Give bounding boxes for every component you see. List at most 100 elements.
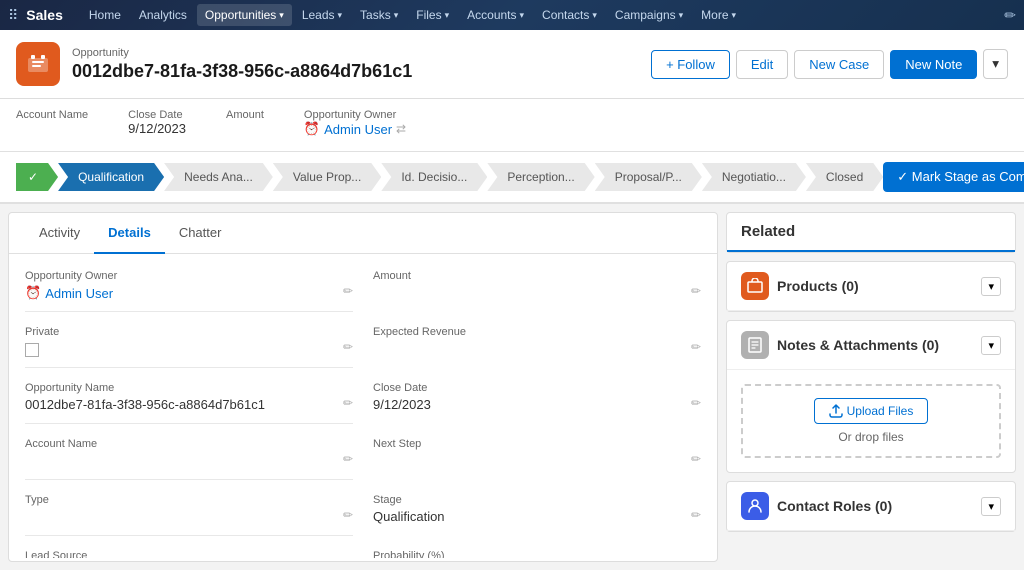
products-dropdown-button[interactable]: ▾ (981, 277, 1001, 296)
chevron-down-icon: ▾ (732, 10, 737, 21)
opportunity-owner-value: ⏰ Admin User ⇄ (304, 121, 406, 137)
record-id: 0012dbe7-81fa-3f38-956c-a8864d7b61c1 (72, 61, 412, 82)
edit-amount-icon[interactable]: ✏ (691, 284, 701, 298)
top-navigation: ⠿ Sales Home Analytics Opportunities▾ Le… (0, 0, 1024, 30)
meta-account-name: Account Name (16, 109, 88, 137)
edit-button[interactable]: Edit (736, 50, 788, 79)
upload-files-button[interactable]: Upload Files (814, 398, 929, 424)
nav-item-files[interactable]: Files▾ (408, 4, 457, 26)
record-actions: + Follow Edit New Case New Note ▾ (651, 49, 1008, 79)
form-row-5: Type ✏ Stage Qualification ✏ (25, 494, 701, 540)
private-checkbox[interactable] (25, 343, 39, 357)
amount-field-value (373, 285, 701, 303)
edit-private-icon[interactable]: ✏ (343, 340, 353, 354)
opp-owner-label: Opportunity Owner (25, 270, 353, 282)
record-meta: Account Name Close Date 9/12/2023 Amount… (0, 99, 1024, 152)
mark-stage-complete-button[interactable]: ✓ Mark Stage as Complete (883, 162, 1024, 192)
contact-roles-header: Contact Roles (0) ▾ (727, 482, 1015, 531)
field-next-step: Next Step ✏ (373, 438, 701, 480)
nav-item-campaigns[interactable]: Campaigns▾ (607, 4, 691, 26)
notes-dropdown-button[interactable]: ▾ (981, 336, 1001, 355)
contact-roles-dropdown-button[interactable]: ▾ (981, 497, 1001, 516)
record-header-left: Opportunity 0012dbe7-81fa-3f38-956c-a886… (16, 42, 412, 86)
close-date-value: 9/12/2023 (128, 121, 186, 136)
new-note-button[interactable]: New Note (890, 50, 977, 79)
stage-negotiation[interactable]: Negotiatio... (702, 163, 806, 191)
new-case-button[interactable]: New Case (794, 50, 884, 79)
field-close-date: Close Date 9/12/2023 ✏ (373, 382, 701, 424)
stage-qualification[interactable]: Qualification (58, 163, 164, 191)
form-row-3: Opportunity Name 0012dbe7-81fa-3f38-956c… (25, 382, 701, 428)
notes-label: Notes & Attachments (0) (777, 337, 939, 353)
edit-opp-name-icon[interactable]: ✏ (343, 396, 353, 410)
type-value (25, 509, 353, 527)
nav-item-home[interactable]: Home (81, 4, 129, 26)
stage-proposal[interactable]: Proposal/P... (595, 163, 702, 191)
contact-roles-title: Contact Roles (0) (741, 492, 892, 520)
nav-item-analytics[interactable]: Analytics (131, 4, 195, 26)
stage-value-prop[interactable]: Value Prop... (273, 163, 381, 191)
edit-nav-icon[interactable]: ✏ (1004, 7, 1016, 24)
notes-header: Notes & Attachments (0) ▾ (727, 321, 1015, 370)
tab-activity[interactable]: Activity (25, 213, 94, 254)
nav-item-contacts[interactable]: Contacts▾ (534, 4, 605, 26)
upload-area: Upload Files Or drop files (727, 370, 1015, 472)
panel-tabs: Activity Details Chatter (9, 213, 717, 254)
nav-item-opportunities[interactable]: Opportunities▾ (197, 4, 292, 26)
more-actions-button[interactable]: ▾ (983, 49, 1008, 79)
probability-label: Probability (%) (373, 550, 701, 558)
tab-details[interactable]: Details (94, 213, 165, 254)
nav-item-more[interactable]: More▾ (693, 4, 744, 26)
private-value (25, 341, 353, 359)
grid-icon[interactable]: ⠿ (8, 7, 18, 24)
tab-chatter[interactable]: Chatter (165, 213, 236, 254)
field-lead-source: Lead Source Retail ✏ (25, 550, 353, 558)
owner-change-icon[interactable]: ⇄ (396, 122, 406, 136)
account-name-label: Account Name (16, 109, 88, 121)
stage-closed[interactable]: Closed (806, 163, 883, 191)
owner-field-icon: ⏰ (25, 285, 41, 301)
chevron-down-icon: ▾ (520, 10, 525, 21)
products-section: Products (0) ▾ (726, 261, 1016, 312)
edit-next-step-icon[interactable]: ✏ (691, 452, 701, 466)
form-row-6: Lead Source Retail ✏ Probability (%) 10%… (25, 550, 701, 558)
record-header: Opportunity 0012dbe7-81fa-3f38-956c-a886… (0, 30, 1024, 99)
nav-item-tasks[interactable]: Tasks▾ (352, 4, 406, 26)
opp-owner-value: ⏰ Admin User (25, 285, 353, 303)
edit-stage-icon[interactable]: ✏ (691, 508, 701, 522)
nav-item-leads[interactable]: Leads▾ (294, 4, 350, 26)
follow-button[interactable]: + Follow (651, 50, 730, 79)
record-type-icon (16, 42, 60, 86)
details-panel-body: Opportunity Owner ⏰ Admin User ✏ Amount … (9, 254, 717, 558)
meta-amount: Amount (226, 109, 264, 137)
left-panel: Activity Details Chatter Opportunity Own… (8, 212, 718, 562)
account-name-field-value (25, 453, 353, 471)
field-account-name: Account Name ✏ (25, 438, 353, 480)
upload-drop-zone[interactable]: Upload Files Or drop files (741, 384, 1001, 458)
products-header: Products (0) ▾ (727, 262, 1015, 311)
opp-owner-link[interactable]: ⏰ Admin User (25, 285, 353, 301)
chevron-down-icon: ▾ (445, 10, 450, 21)
related-header-title: Related (727, 213, 1015, 252)
field-opp-name: Opportunity Name 0012dbe7-81fa-3f38-956c… (25, 382, 353, 424)
stage-perception[interactable]: Perception... (487, 163, 594, 191)
stage-needs-analysis[interactable]: Needs Ana... (164, 163, 273, 191)
contact-roles-label: Contact Roles (0) (777, 498, 892, 514)
edit-expected-revenue-icon[interactable]: ✏ (691, 340, 701, 354)
edit-account-name-icon[interactable]: ✏ (343, 452, 353, 466)
nav-item-accounts[interactable]: Accounts▾ (459, 4, 532, 26)
form-row-4: Account Name ✏ Next Step ✏ (25, 438, 701, 484)
contact-roles-section: Contact Roles (0) ▾ (726, 481, 1016, 532)
edit-opp-owner-icon[interactable]: ✏ (343, 284, 353, 298)
edit-close-date-icon[interactable]: ✏ (691, 396, 701, 410)
chevron-down-icon: ▾ (394, 10, 399, 21)
stage-id-decision[interactable]: Id. Decisio... (381, 163, 487, 191)
products-icon (741, 272, 769, 300)
products-title: Products (0) (741, 272, 859, 300)
chevron-down-icon: ▾ (279, 10, 284, 21)
form-row-1: Opportunity Owner ⏰ Admin User ✏ Amount … (25, 270, 701, 316)
owner-link[interactable]: Admin User (324, 122, 392, 137)
related-section: Related (726, 212, 1016, 253)
edit-type-icon[interactable]: ✏ (343, 508, 353, 522)
close-date-field-value: 9/12/2023 (373, 397, 701, 415)
